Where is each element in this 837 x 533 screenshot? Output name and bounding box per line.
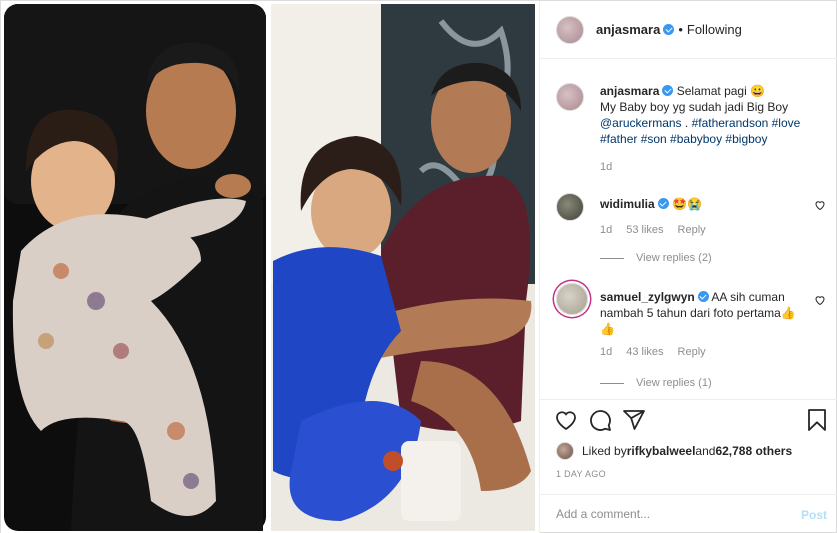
- post-sidebar: anjasmara • Following anjasmara Selamat …: [539, 1, 837, 533]
- reply-button[interactable]: Reply: [678, 224, 706, 236]
- comment-time: 1d: [600, 346, 613, 358]
- comment-text: widimulia 🤩😭: [600, 197, 702, 211]
- comment-input[interactable]: [556, 507, 776, 521]
- verified-badge-icon: [662, 85, 674, 96]
- avatar[interactable]: [556, 15, 584, 44]
- caption-line: My Baby boy yg sudah jadi Big Boy: [600, 100, 789, 114]
- separator: •: [678, 22, 683, 37]
- hashtag-links[interactable]: #fatherandson #love: [692, 116, 801, 130]
- view-replies-button[interactable]: View replies (2): [600, 252, 712, 264]
- comment-time: 1d: [600, 224, 613, 236]
- photo-collage: [4, 4, 535, 531]
- header-username[interactable]: anjasmara: [596, 22, 675, 37]
- instagram-post: anjasmara • Following anjasmara Selamat …: [0, 0, 837, 533]
- caption: anjasmara Selamat pagi 😀 My Baby boy yg …: [556, 83, 826, 173]
- comment-icon[interactable]: [588, 408, 612, 432]
- verified-badge-icon: [663, 24, 675, 35]
- post-time[interactable]: 1 DAY AGO: [556, 469, 606, 479]
- caption-text: anjasmara Selamat pagi 😀 My Baby boy yg …: [600, 84, 801, 146]
- caption-meta: 1d: [600, 161, 612, 173]
- caption-time: 1d: [600, 161, 613, 173]
- divider: [600, 257, 624, 259]
- likes-summary: Liked by rifkybalweel and 62,788 others: [556, 442, 792, 460]
- post-image[interactable]: [1, 1, 539, 533]
- comments-section: anjasmara Selamat pagi 😀 My Baby boy yg …: [540, 59, 837, 399]
- divider: [600, 382, 624, 384]
- caption-line: Selamat pagi 😀: [676, 84, 766, 98]
- comment-username[interactable]: samuel_zylgwyn: [600, 290, 709, 304]
- heart-icon[interactable]: [814, 294, 826, 306]
- liker-username[interactable]: rifkybalweel: [627, 444, 696, 458]
- comment-meta: 1d 43 likes Reply: [600, 346, 706, 358]
- comment: samuel_zylgwyn AA sih cuman nambah 5 tah…: [556, 283, 826, 383]
- post-header: anjasmara • Following: [540, 1, 837, 59]
- comment-text: samuel_zylgwyn AA sih cuman nambah 5 tah…: [600, 290, 796, 336]
- comment-username[interactable]: widimulia: [600, 197, 669, 211]
- avatar[interactable]: [556, 283, 588, 315]
- verified-badge-icon: [697, 291, 709, 302]
- hashtag-links[interactable]: #father #son #babyboy #bigboy: [600, 132, 767, 146]
- heart-icon[interactable]: [814, 199, 826, 211]
- share-icon[interactable]: [622, 408, 646, 432]
- likes-count[interactable]: 62,788 others: [715, 444, 792, 458]
- post-actions: Liked by rifkybalweel and 62,788 others …: [540, 399, 837, 533]
- caption-username[interactable]: anjasmara: [600, 84, 674, 98]
- mention-link[interactable]: @aruckermans: [600, 116, 682, 130]
- reply-button[interactable]: Reply: [678, 346, 706, 358]
- avatar[interactable]: [556, 442, 574, 460]
- post-comment-button[interactable]: Post: [801, 508, 827, 522]
- comment-meta: 1d 53 likes Reply: [600, 224, 706, 236]
- avatar[interactable]: [556, 193, 584, 221]
- comment-likes[interactable]: 53 likes: [626, 224, 663, 236]
- verified-badge-icon: [657, 198, 669, 209]
- comment-likes[interactable]: 43 likes: [626, 346, 663, 358]
- bookmark-icon[interactable]: [805, 408, 829, 432]
- action-icons: [554, 408, 646, 432]
- add-comment-bar: Post: [540, 494, 837, 533]
- following-button[interactable]: Following: [687, 22, 742, 37]
- view-replies-button[interactable]: View replies (1): [600, 377, 712, 389]
- heart-icon[interactable]: [554, 408, 578, 432]
- avatar[interactable]: [556, 83, 584, 111]
